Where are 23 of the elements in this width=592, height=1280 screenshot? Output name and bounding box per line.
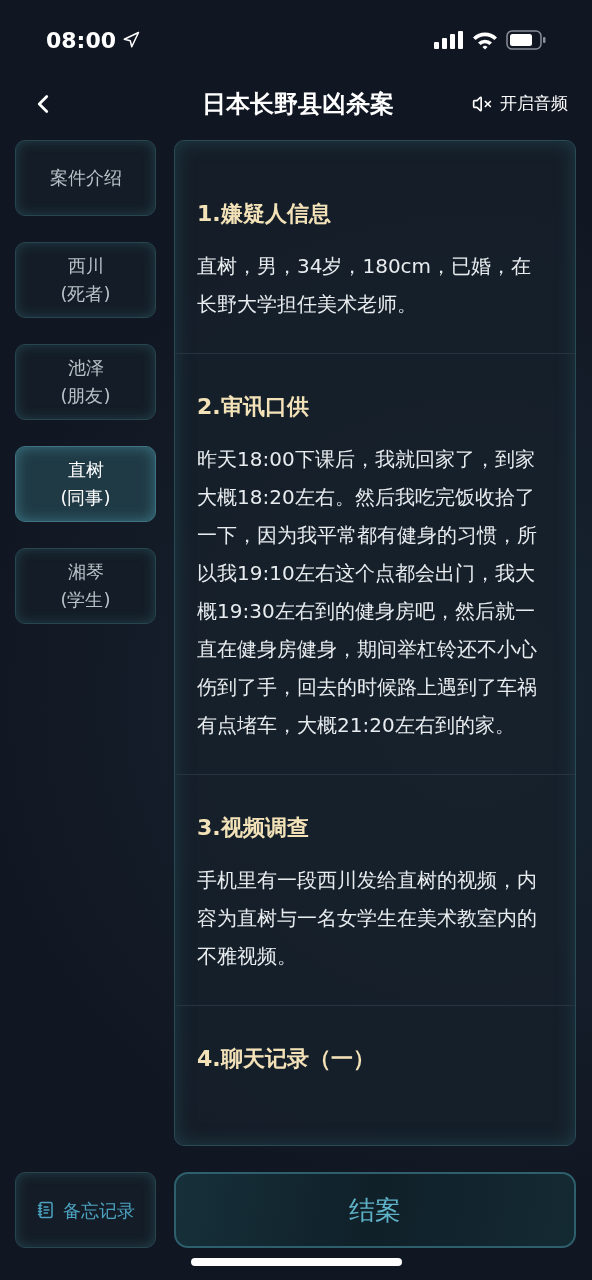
section-heading: 3.视频调查 [197, 814, 310, 842]
sidebar-tab[interactable]: 池泽 (朋友) [15, 344, 156, 420]
section-heading: 2.审讯口供 [197, 393, 310, 421]
audio-toggle[interactable]: 开启音频 [472, 91, 568, 117]
section-heading: 4.聊天记录（一） [197, 1045, 376, 1073]
wifi-icon [472, 30, 498, 50]
section-text: 手机里有一段西川发给直树的视频，内容为直树与一名女学生在美术教室内的不雅视频。 [197, 867, 538, 970]
battery-icon [506, 30, 546, 50]
sidebar-tab[interactable]: 案件介绍 [15, 140, 156, 216]
close-case-button[interactable]: 结案 [174, 1172, 576, 1248]
location-icon [122, 31, 141, 49]
sidebar-tab[interactable]: 直树 (同事) [15, 446, 156, 522]
sidebar-tab[interactable]: 湘琴 (学生) [15, 548, 156, 624]
section-text: 直树，男，34岁，180cm，已婚，在长野大学担任美术老师。 [197, 253, 533, 318]
page-title: 日本长野县凶杀案 [201, 89, 394, 120]
sidebar-tab[interactable]: 西川 (死者) [15, 242, 156, 318]
speaker-muted-icon [472, 94, 492, 114]
section-heading: 1.嫌疑人信息 [197, 200, 332, 228]
section-text: 昨天18:00下课后，我就回家了，到家大概18:20左右。然后我吃完饭收拾了一下，因为我平常都有健身的习惯，所以我19:10左右这个点都会出门，我大概19:30左右到的健身房吧，然后就一直在健身房健身，期间举杠铃还不小心伤到了手，回去的时候路上遇到了车祸有点堵车，大概21:20左右到的家。 [197, 446, 538, 739]
memo-button[interactable]: 备忘记录 [15, 1172, 156, 1248]
notebook-icon [36, 1201, 55, 1219]
signal-icon [434, 31, 464, 49]
status-time: 08:00 [46, 26, 117, 55]
